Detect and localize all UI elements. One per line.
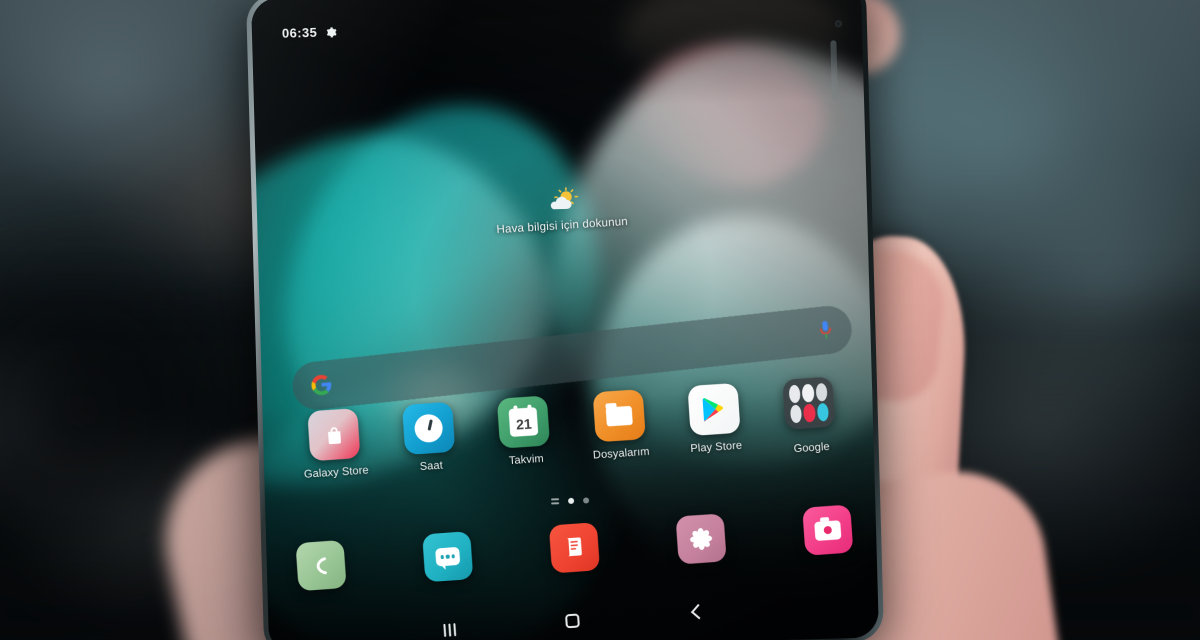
- app-takvim[interactable]: 21 Takvim: [479, 394, 569, 469]
- messages-icon[interactable]: [422, 531, 474, 583]
- app-list-icon[interactable]: [551, 498, 560, 505]
- phone-icon[interactable]: [295, 539, 347, 592]
- app-label: Play Store: [690, 439, 743, 456]
- app-label: Saat: [419, 459, 444, 474]
- recents-icon[interactable]: [443, 622, 457, 637]
- calendar-icon: 21: [497, 395, 551, 449]
- play-store-icon: [687, 382, 741, 437]
- google-one-icon: [815, 382, 828, 402]
- shopping-bag-icon: [307, 408, 361, 462]
- handset-glyph: [310, 555, 331, 576]
- app-play-store[interactable]: Play Store: [669, 382, 759, 457]
- gmail-icon: [801, 383, 815, 403]
- status-bar-time: 06:35: [281, 24, 318, 41]
- app-label: Dosyalarım: [592, 445, 650, 462]
- app-galaxy-store[interactable]: Galaxy Store: [289, 407, 379, 482]
- browser-page-glyph: [564, 536, 585, 559]
- app-label: Takvim: [508, 452, 545, 468]
- speech-bubble-glyph: [435, 546, 461, 567]
- app-dosyalarim[interactable]: Dosyalarım: [574, 388, 664, 463]
- camera-glyph: [814, 519, 842, 541]
- camera-icon[interactable]: [802, 504, 854, 556]
- folder-group-icon: [782, 376, 836, 430]
- status-bar: 06:35: [282, 24, 338, 41]
- google-assistant-icon: [789, 404, 803, 424]
- clock-icon: [402, 401, 456, 455]
- chrome-icon: [788, 384, 802, 404]
- sun-behind-cloud-icon: [543, 186, 580, 215]
- app-folder-google[interactable]: Google: [764, 375, 855, 457]
- photo-scene: 06:35 Hava bilgisi için dokunun Galaxy S…: [0, 0, 1200, 640]
- play-triangle-glyph: [701, 396, 727, 424]
- clock-face: [413, 413, 444, 444]
- camera-lens: [823, 525, 833, 535]
- google-g-icon: [309, 373, 333, 397]
- app-label: Galaxy Store: [303, 464, 370, 481]
- phone-screen[interactable]: 06:35 Hava bilgisi için dokunun Galaxy S…: [250, 0, 880, 640]
- app-label: Google: [793, 440, 831, 456]
- bag-glyph: [323, 424, 344, 445]
- flower-icon[interactable]: [675, 513, 727, 565]
- youtube-icon: [803, 403, 816, 423]
- app-saat[interactable]: Saat: [384, 401, 474, 476]
- google-meet-icon: [816, 402, 829, 422]
- calendar-day: 21: [508, 407, 539, 437]
- gear-icon: [325, 26, 337, 38]
- phone-device: 06:35 Hava bilgisi için dokunun Galaxy S…: [245, 0, 885, 640]
- browser-icon[interactable]: [548, 522, 601, 574]
- page-dot-2[interactable]: [583, 497, 590, 504]
- flower-glyph: [688, 526, 714, 552]
- folder-glyph: [605, 405, 633, 427]
- back-icon[interactable]: [689, 605, 704, 620]
- home-icon[interactable]: [564, 613, 580, 629]
- microphone-icon[interactable]: [816, 318, 834, 342]
- folder-icon: [592, 389, 646, 443]
- page-dot-1[interactable]: [568, 497, 575, 504]
